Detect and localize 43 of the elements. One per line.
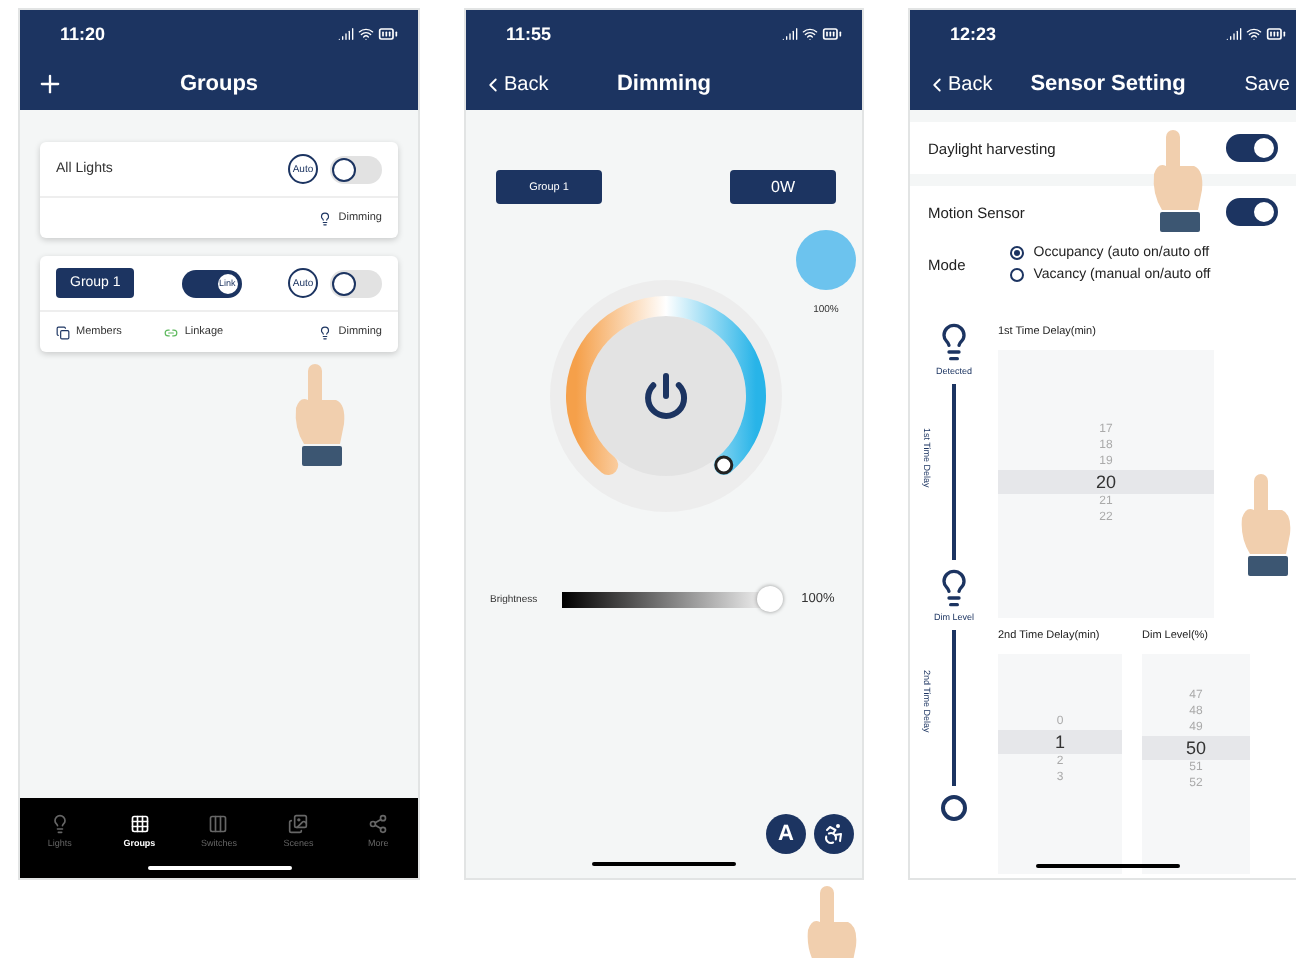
picker-value[interactable]: 20 <box>998 470 1214 494</box>
status-icons <box>338 24 398 44</box>
setting-toggle[interactable] <box>1226 198 1278 226</box>
auto-mode-button[interactable]: A <box>766 814 806 854</box>
slider-thumb[interactable] <box>756 586 783 612</box>
status-time: 12:23 <box>950 24 997 44</box>
status-icons <box>782 24 842 44</box>
back-link[interactable]: Back <box>482 73 549 95</box>
screen-title: Dimming <box>616 72 712 96</box>
bulb-icon <box>318 325 333 339</box>
wattage-button[interactable]: 0W <box>730 170 836 204</box>
status-icons <box>1226 24 1286 44</box>
brightness-slider[interactable] <box>557 586 782 612</box>
status-time: 11:20 <box>60 24 106 44</box>
picker-value[interactable]: 50 <box>1142 736 1250 760</box>
picker-value[interactable]: 1 <box>998 730 1122 754</box>
bulb-icon <box>318 211 333 225</box>
figure-icon <box>822 822 846 846</box>
bulb-icon <box>49 813 70 833</box>
setting-toggle[interactable] <box>1226 134 1278 162</box>
color-swatch[interactable] <box>796 230 856 290</box>
screen-title: Sensor Setting <box>1030 72 1186 96</box>
screen-title: Groups <box>179 72 259 96</box>
grid-icon <box>129 813 150 833</box>
back-link[interactable]: Back <box>926 73 993 95</box>
save-link[interactable]: Save <box>1244 73 1290 95</box>
add-icon[interactable] <box>36 70 64 98</box>
power-toggle[interactable] <box>330 155 382 183</box>
home-indicator <box>1036 864 1180 868</box>
motion-sensor-button[interactable] <box>814 814 854 854</box>
circle-icon <box>940 794 968 822</box>
panel-icon <box>208 813 229 833</box>
images-icon <box>288 813 309 833</box>
home-indicator <box>147 866 291 870</box>
home-indicator <box>592 862 736 866</box>
squares-icon <box>56 325 70 339</box>
link-icon <box>164 325 179 339</box>
radio-circle[interactable] <box>1009 268 1024 282</box>
radio-circle[interactable] <box>1009 246 1024 260</box>
color-dial-drawing[interactable] <box>546 276 786 516</box>
status-time: 11:55 <box>506 24 552 44</box>
power-toggle[interactable] <box>330 269 383 297</box>
share-icon <box>368 813 389 833</box>
